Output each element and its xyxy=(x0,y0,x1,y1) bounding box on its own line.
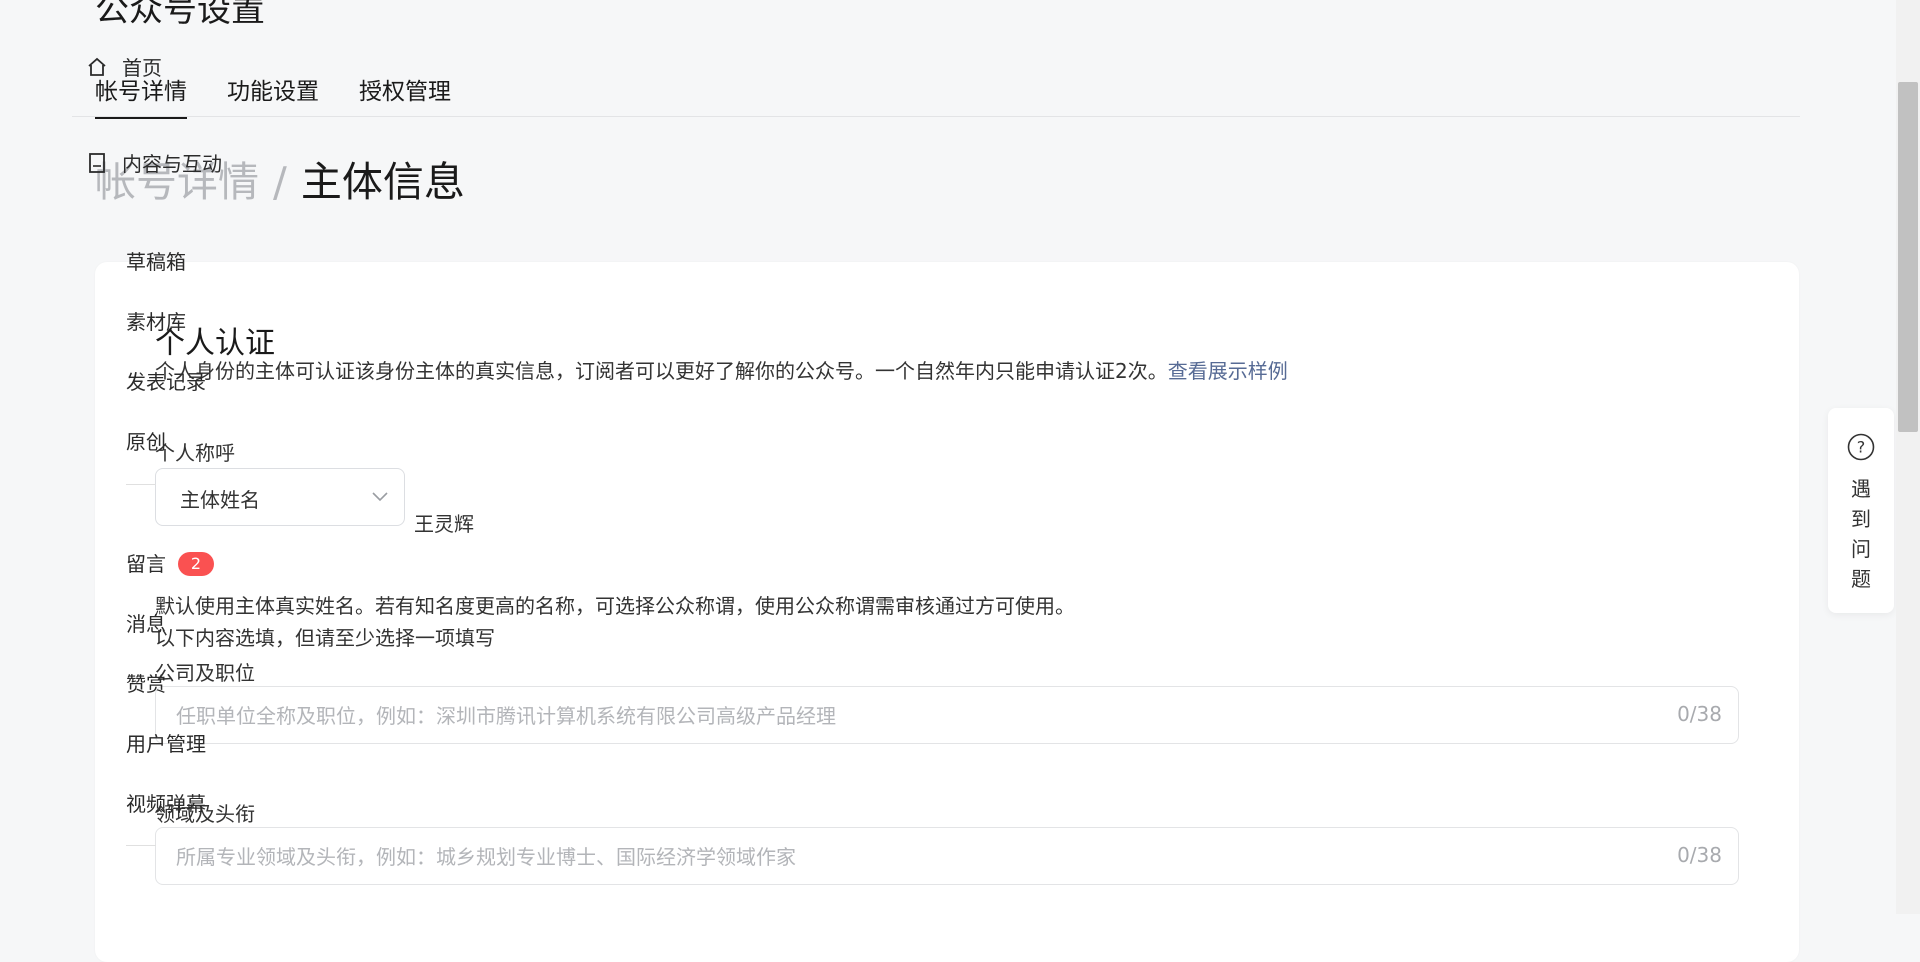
sidebar-item-danmaku[interactable]: 视频弹幕 xyxy=(126,788,206,817)
sample-link[interactable]: 查看展示样例 xyxy=(1168,359,1288,383)
tab-authorization[interactable]: 授权管理 xyxy=(359,72,451,106)
company-char-count: 0/38 xyxy=(1677,702,1722,726)
sidebar-item-label: 留言 xyxy=(126,552,166,576)
real-name: 王灵辉 xyxy=(414,512,474,536)
sidebar-divider xyxy=(126,845,156,846)
tabs-divider xyxy=(72,116,1800,117)
svg-text:?: ? xyxy=(1857,438,1866,457)
chevron-down-icon xyxy=(372,492,388,502)
field-input[interactable] xyxy=(174,828,1618,886)
sidebar-item-rewards[interactable]: 赞赏 xyxy=(126,668,166,697)
document-icon xyxy=(89,153,105,173)
field-input-box: 0/38 xyxy=(155,827,1739,886)
comments-badge: 2 xyxy=(178,552,214,576)
tab-feature-settings[interactable]: 功能设置 xyxy=(227,72,319,106)
breadcrumb-separator: / xyxy=(273,158,287,206)
description-text: 个人身份的主体可认证该身份主体的真实信息，订阅者可以更好了解你的公众号。一个自然… xyxy=(155,359,1168,383)
name-hint: 默认使用主体真实姓名。若有知名度更高的名称，可选择公众称谓，使用公众称谓需审核通… xyxy=(155,594,1075,618)
breadcrumb-current: 主体信息 xyxy=(300,158,465,206)
sidebar-item-label: 内容与互动 xyxy=(122,152,222,176)
sidebar-item-publish-history[interactable]: 发表记录 xyxy=(126,366,206,395)
sidebar-item-content[interactable]: 内容与互动 xyxy=(86,148,222,177)
select-value: 主体姓名 xyxy=(180,488,260,512)
sidebar-item-comments[interactable]: 留言 2 xyxy=(126,548,214,577)
help-button[interactable]: ? 遇到问题 xyxy=(1828,408,1894,613)
section-description: 个人身份的主体可认证该身份主体的真实信息，订阅者可以更好了解你的公众号。一个自然… xyxy=(155,355,1288,384)
name-label: 个人称呼 xyxy=(155,441,235,465)
sidebar-item-materials[interactable]: 素材库 xyxy=(126,306,186,335)
sidebar-item-drafts[interactable]: 草稿箱 xyxy=(126,246,186,275)
sidebar-item-label: 首页 xyxy=(122,56,162,80)
question-icon: ? xyxy=(1847,433,1875,461)
sidebar-item-home[interactable]: 首页 xyxy=(86,52,162,81)
company-input[interactable] xyxy=(174,687,1618,745)
sidebar-item-users[interactable]: 用户管理 xyxy=(126,728,206,757)
scrollbar-thumb[interactable] xyxy=(1898,82,1918,432)
company-input-box: 0/38 xyxy=(155,686,1739,745)
field-char-count: 0/38 xyxy=(1677,843,1722,867)
optional-note: 以下内容选填，但请至少选择一项填写 xyxy=(155,626,495,650)
help-label: 遇到问题 xyxy=(1851,477,1871,591)
sidebar-item-messages[interactable]: 消息 xyxy=(126,608,166,637)
sidebar-item-original[interactable]: 原创 xyxy=(126,426,166,455)
page-title: 公众号设置 xyxy=(95,0,265,30)
sidebar-divider xyxy=(126,484,156,485)
company-label: 公司及职位 xyxy=(155,661,255,685)
name-type-select[interactable]: 主体姓名 xyxy=(155,468,405,526)
home-icon xyxy=(88,57,106,76)
